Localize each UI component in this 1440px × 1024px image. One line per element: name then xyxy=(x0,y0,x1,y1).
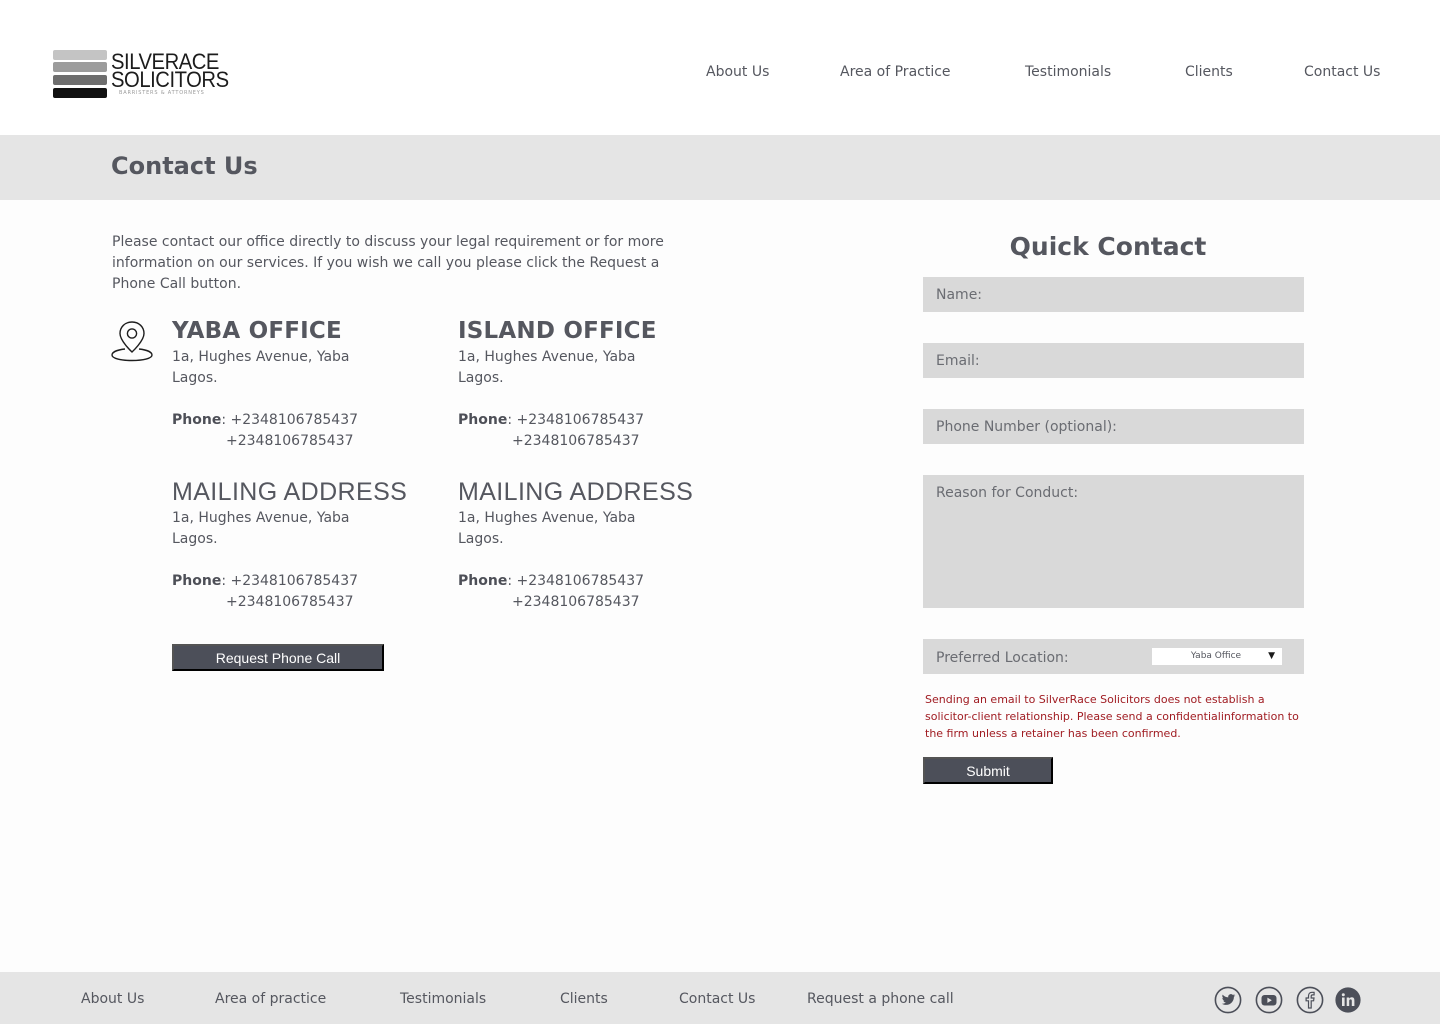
phone-number: +2348106785437 xyxy=(230,412,359,428)
logo-wordmark-line2: SOLICITORS xyxy=(111,67,229,92)
phone-number: +2348106785437 xyxy=(516,573,645,589)
location-pin-icon xyxy=(111,321,153,362)
phone-number: +2348106785437 xyxy=(226,433,354,449)
logo-mark xyxy=(53,49,107,99)
submit-button[interactable]: Submit xyxy=(923,757,1053,784)
name-field[interactable]: Name: xyxy=(923,277,1304,312)
phone-label: Phone xyxy=(458,412,508,428)
facebook-icon[interactable] xyxy=(1296,986,1324,1014)
footer-link-clients[interactable]: Clients xyxy=(560,991,608,1007)
phone-label: Phone xyxy=(172,573,222,589)
office-address: 1a, Hughes Avenue, Yaba Lagos. xyxy=(172,349,350,386)
phone-number: +2348106785437 xyxy=(226,594,354,610)
office-block-mailing-2: MAILING ADDRESS 1a, Hughes Avenue, Yaba … xyxy=(458,479,718,613)
office-address: 1a, Hughes Avenue, Yaba Lagos. xyxy=(458,510,636,547)
page-title-band: Contact Us xyxy=(0,135,1440,200)
logo-tagline: BARRISTERS & ATTORNEYS xyxy=(119,90,205,96)
office-title: MAILING ADDRESS xyxy=(458,478,694,506)
office-block-yaba: YABA OFFICE 1a, Hughes Avenue, Yaba Lago… xyxy=(172,318,432,452)
office-title: YABA OFFICE xyxy=(172,318,342,344)
footer-link-request-phone-call[interactable]: Request a phone call xyxy=(807,991,954,1007)
footer-link-testimonials[interactable]: Testimonials xyxy=(400,991,486,1007)
nav-about-us[interactable]: About Us xyxy=(706,64,769,80)
location-select[interactable]: Yaba Office ▼ xyxy=(1152,648,1282,665)
logo-bar xyxy=(53,88,107,98)
phone-number: +2348106785437 xyxy=(512,594,640,610)
reason-textarea[interactable]: Reason for Conduct: xyxy=(923,475,1304,608)
office-title: ISLAND OFFICE xyxy=(458,318,657,344)
phone-label: Phone xyxy=(458,573,508,589)
phone-number: +2348106785437 xyxy=(230,573,359,589)
email-field[interactable]: Email: xyxy=(923,343,1304,378)
office-phone: Phone: +2348106785437 xyxy=(172,573,359,589)
phone-number-field[interactable]: Phone Number (optional): xyxy=(923,409,1304,444)
reason-placeholder: Reason for Conduct: xyxy=(936,485,1079,501)
office-block-island: ISLAND OFFICE 1a, Hughes Avenue, Yaba La… xyxy=(458,318,718,452)
footer-link-area-of-practice[interactable]: Area of practice xyxy=(215,991,326,1007)
logo-bar xyxy=(53,75,107,85)
name-placeholder: Name: xyxy=(936,287,983,303)
office-address: 1a, Hughes Avenue, Yaba Lagos. xyxy=(458,349,636,386)
request-phone-call-button[interactable]: Request Phone Call xyxy=(172,644,384,671)
phone-number: +2348106785437 xyxy=(516,412,645,428)
footer-link-about-us[interactable]: About Us xyxy=(81,991,144,1007)
intro-text: Please contact our office directly to di… xyxy=(112,234,664,292)
logo-bar xyxy=(53,62,107,72)
twitter-icon[interactable] xyxy=(1214,986,1242,1014)
nav-clients[interactable]: Clients xyxy=(1185,64,1233,80)
site-header: SILVERACE SOLICITORS BARRISTERS & ATTORN… xyxy=(0,0,1440,135)
office-title: MAILING ADDRESS xyxy=(172,478,408,506)
phone-number: +2348106785437 xyxy=(512,433,640,449)
location-select-value: Yaba Office xyxy=(1190,651,1242,661)
email-placeholder: Email: xyxy=(936,353,980,369)
disclaimer-text: Sending an email to SilverRace Solicitor… xyxy=(925,693,1299,740)
page-title: Contact Us xyxy=(111,152,258,180)
youtube-icon[interactable] xyxy=(1255,986,1283,1014)
office-block-mailing-1: MAILING ADDRESS 1a, Hughes Avenue, Yaba … xyxy=(172,479,432,613)
nav-area-of-practice[interactable]: Area of Practice xyxy=(840,64,951,80)
preferred-location-row: Preferred Location: Yaba Office ▼ xyxy=(923,639,1304,674)
office-address: 1a, Hughes Avenue, Yaba Lagos. xyxy=(172,510,350,547)
quick-contact-title: Quick Contact xyxy=(1009,232,1207,261)
nav-contact-us[interactable]: Contact Us xyxy=(1304,64,1380,80)
dropdown-arrow-icon: ▼ xyxy=(1268,651,1275,661)
phone-label: Phone xyxy=(172,412,222,428)
site-footer: About Us Area of practice Testimonials C… xyxy=(0,972,1440,1024)
phone-placeholder: Phone Number (optional): xyxy=(936,419,1117,435)
nav-testimonials[interactable]: Testimonials xyxy=(1025,64,1111,80)
logo-bar xyxy=(53,50,107,60)
linkedin-icon[interactable] xyxy=(1334,986,1362,1014)
preferred-location-label: Preferred Location: xyxy=(936,650,1069,666)
company-logo[interactable]: SILVERACE SOLICITORS BARRISTERS & ATTORN… xyxy=(53,49,229,101)
footer-link-contact-us[interactable]: Contact Us xyxy=(679,991,755,1007)
office-phone: Phone: +2348106785437 xyxy=(172,412,359,428)
office-phone: Phone: +2348106785437 xyxy=(458,412,645,428)
office-phone: Phone: +2348106785437 xyxy=(458,573,645,589)
